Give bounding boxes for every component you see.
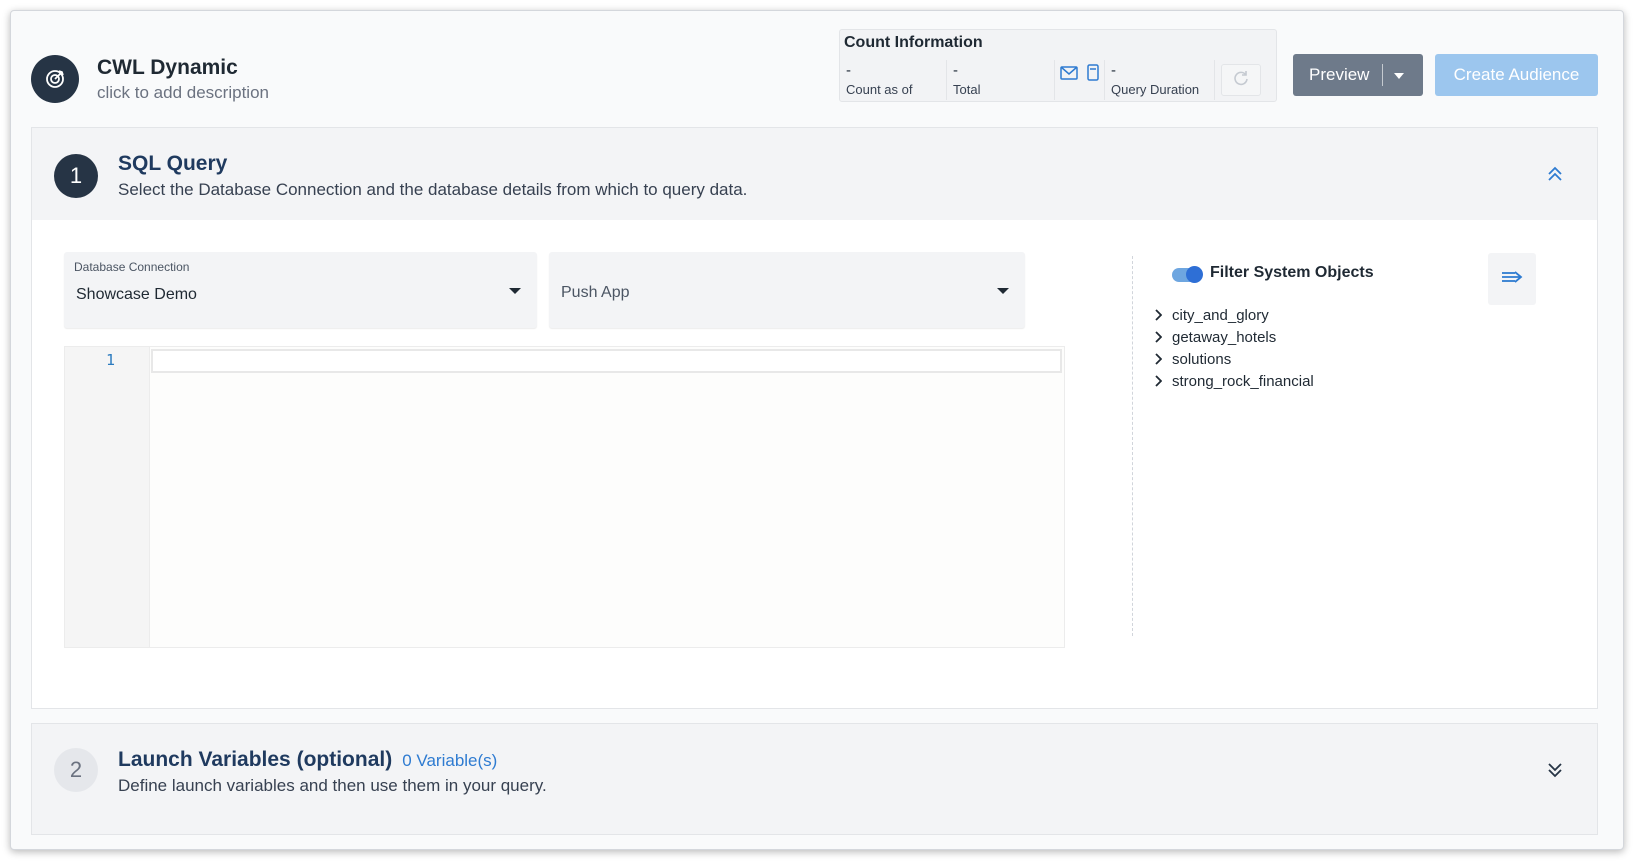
total-value: -	[953, 62, 958, 79]
app-select-placeholder: Push App	[561, 284, 630, 301]
sql-editor[interactable]: 1	[64, 346, 1065, 648]
refresh-cell	[1214, 60, 1275, 100]
channel-cell	[1054, 60, 1105, 100]
tree-item[interactable]: city_and_glory	[1154, 304, 1314, 326]
launch-variables-section[interactable]: 2 Launch Variables (optional) 0 Variable(…	[31, 723, 1598, 835]
line-number: 1	[105, 351, 115, 369]
count-as-of-cell: - Count as of	[840, 60, 946, 100]
filter-system-objects-toggle[interactable]	[1172, 266, 1203, 283]
chevron-right-icon[interactable]	[1154, 375, 1168, 387]
query-duration-label: Query Duration	[1111, 82, 1200, 97]
tree-item[interactable]: getaway_hotels	[1154, 326, 1314, 348]
app-window: CWL Dynamic click to add description Cou…	[10, 10, 1624, 850]
chevron-down-icon[interactable]	[1393, 65, 1405, 85]
step-number: 2	[54, 748, 98, 792]
refresh-button[interactable]	[1221, 64, 1261, 96]
count-information-title: Count Information	[844, 34, 983, 51]
step-number: 1	[54, 154, 98, 198]
database-connection-select[interactable]: Database Connection Showcase Demo	[64, 252, 537, 328]
total-cell: - Total	[946, 60, 1055, 100]
chevron-right-icon[interactable]	[1154, 353, 1168, 365]
email-icon	[1060, 66, 1078, 85]
refresh-icon	[1232, 69, 1250, 92]
chevron-double-up-icon[interactable]	[1545, 164, 1565, 184]
chevron-right-icon[interactable]	[1154, 331, 1168, 343]
schema-tree: city_and_glory getaway_hotels solutions …	[1154, 304, 1314, 392]
sql-query-section-header[interactable]: 1 SQL Query Select the Database Connecti…	[32, 128, 1597, 220]
section-title-text: Launch Variables (optional)	[118, 748, 393, 771]
variable-count-link[interactable]: 0 Variable(s)	[402, 751, 497, 770]
section-subtitle: Define launch variables and then use the…	[118, 776, 547, 795]
target-icon	[31, 55, 79, 103]
preview-button[interactable]: Preview	[1293, 54, 1423, 96]
caret-down-icon	[997, 288, 1009, 294]
query-duration-cell: - Query Duration	[1104, 60, 1215, 100]
mobile-icon	[1087, 64, 1099, 86]
tree-item-label: strong_rock_financial	[1172, 372, 1314, 390]
filter-system-objects-label: Filter System Objects	[1210, 264, 1374, 281]
total-label: Total	[953, 82, 981, 97]
count-as-of-label: Count as of	[846, 82, 913, 97]
database-connection-label: Database Connection	[74, 260, 190, 274]
preview-button-label: Preview	[1309, 65, 1370, 84]
query-duration-value: -	[1111, 62, 1116, 79]
vertical-divider	[1132, 256, 1133, 636]
caret-down-icon	[509, 288, 521, 294]
create-audience-button[interactable]: Create Audience	[1435, 54, 1598, 96]
tree-item-label: city_and_glory	[1172, 306, 1269, 324]
section-subtitle: Select the Database Connection and the d…	[118, 180, 748, 199]
section-title: SQL Query	[118, 152, 228, 175]
preview-separator	[1382, 64, 1384, 86]
chevron-right-icon[interactable]	[1154, 309, 1168, 321]
chevron-double-down-icon[interactable]	[1545, 760, 1565, 780]
arrow-right-lines-icon	[1501, 269, 1523, 290]
app-select[interactable]: Push App	[549, 252, 1025, 328]
tree-item[interactable]: solutions	[1154, 348, 1314, 370]
tree-item-label: getaway_hotels	[1172, 328, 1277, 346]
page-title: CWL Dynamic	[97, 56, 238, 79]
count-as-of-value: -	[846, 62, 851, 79]
editor-gutter: 1	[65, 347, 150, 647]
editor-active-line[interactable]	[151, 349, 1062, 373]
tree-item[interactable]: strong_rock_financial	[1154, 370, 1314, 392]
toggle-knob	[1186, 266, 1203, 283]
sql-query-section: 1 SQL Query Select the Database Connecti…	[31, 127, 1598, 709]
tree-item-label: solutions	[1172, 350, 1232, 368]
description-field[interactable]: click to add description	[97, 83, 269, 103]
count-information-panel: Count Information - Count as of - Total …	[839, 29, 1277, 102]
database-connection-value: Showcase Demo	[76, 286, 197, 303]
section-title: Launch Variables (optional) 0 Variable(s)	[118, 748, 497, 772]
collapse-panel-button[interactable]	[1488, 253, 1536, 305]
